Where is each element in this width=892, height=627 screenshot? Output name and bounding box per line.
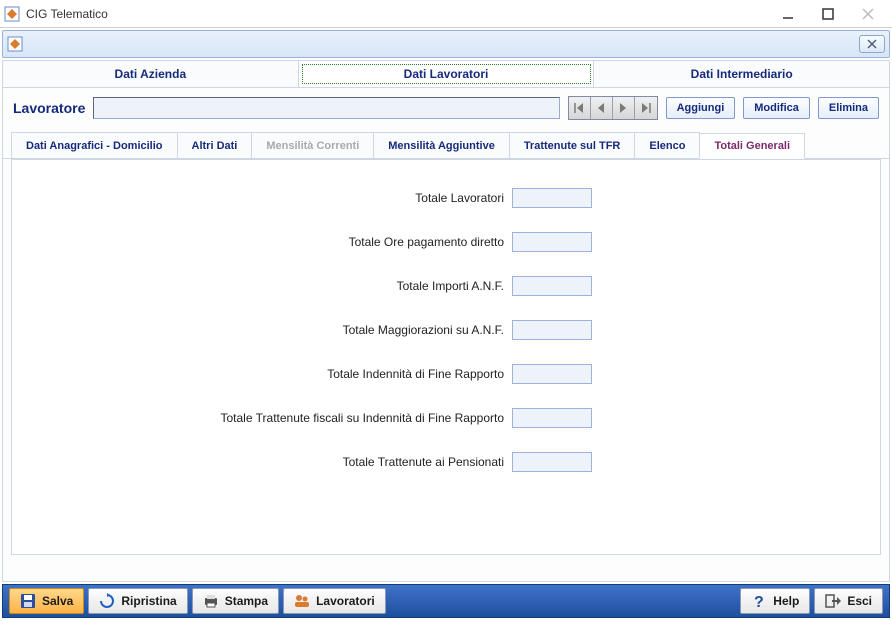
- label-totale-ore: Totale Ore pagamento diretto: [12, 235, 512, 249]
- input-trattenute-fiscali[interactable]: [512, 408, 592, 428]
- ripristina-label: Ripristina: [121, 594, 176, 608]
- people-icon: [294, 593, 310, 609]
- elimina-button[interactable]: Elimina: [818, 97, 879, 119]
- sub-tab-bar: Dati Anagrafici - Domicilio Altri Dati M…: [3, 132, 889, 159]
- main-frame: Dati Azienda Dati Lavoratori Dati Interm…: [2, 60, 890, 582]
- bottom-toolbar: Salva Ripristina Stampa Lavoratori ? Hel…: [2, 584, 890, 618]
- shell-close-button[interactable]: [859, 35, 885, 53]
- tab-trattenute-tfr[interactable]: Trattenute sul TFR: [509, 132, 636, 158]
- nav-next-icon[interactable]: [613, 97, 635, 119]
- svg-text:?: ?: [754, 594, 764, 609]
- row-maggiorazioni-anf: Totale Maggiorazioni su A.N.F.: [12, 320, 880, 340]
- input-importi-anf[interactable]: [512, 276, 592, 296]
- input-totale-lavoratori[interactable]: [512, 188, 592, 208]
- help-label: Help: [773, 594, 799, 608]
- label-trattenute-fiscali: Totale Trattenute fiscali su Indennità d…: [12, 411, 512, 425]
- label-indennita-fine: Totale Indennità di Fine Rapporto: [12, 367, 512, 381]
- printer-icon: [203, 593, 219, 609]
- tab-altri-dati[interactable]: Altri Dati: [177, 132, 253, 158]
- close-button[interactable]: [848, 3, 888, 25]
- row-trattenute-fiscali: Totale Trattenute fiscali su Indennità d…: [12, 408, 880, 428]
- row-importi-anf: Totale Importi A.N.F.: [12, 276, 880, 296]
- input-maggiorazioni-anf[interactable]: [512, 320, 592, 340]
- salva-button[interactable]: Salva: [9, 588, 84, 614]
- tab-elenco[interactable]: Elenco: [634, 132, 700, 158]
- esci-button[interactable]: Esci: [814, 588, 883, 614]
- label-maggiorazioni-anf: Totale Maggiorazioni su A.N.F.: [12, 323, 512, 337]
- app-shell-bar: [2, 30, 890, 58]
- nav-first-icon[interactable]: [569, 97, 591, 119]
- aggiungi-button[interactable]: Aggiungi: [666, 97, 736, 119]
- modifica-button[interactable]: Modifica: [743, 97, 810, 119]
- row-indennita-fine: Totale Indennità di Fine Rapporto: [12, 364, 880, 384]
- stampa-label: Stampa: [225, 594, 268, 608]
- title-bar: CIG Telematico: [0, 0, 892, 28]
- tab-dati-intermediario[interactable]: Dati Intermediario: [594, 61, 889, 87]
- totali-panel: Totale Lavoratori Totale Ore pagamento d…: [11, 159, 881, 555]
- lavoratori-button[interactable]: Lavoratori: [283, 588, 386, 614]
- lavoratori-label: Lavoratori: [316, 594, 375, 608]
- app-icon: [4, 6, 20, 22]
- label-trattenute-pensionati: Totale Trattenute ai Pensionati: [12, 455, 512, 469]
- tab-totali-generali[interactable]: Totali Generali: [699, 133, 805, 159]
- worker-combo[interactable]: [93, 97, 559, 119]
- window-title: CIG Telematico: [26, 7, 108, 21]
- nav-last-icon[interactable]: [635, 97, 657, 119]
- save-icon: [20, 593, 36, 609]
- stampa-button[interactable]: Stampa: [192, 588, 279, 614]
- label-importi-anf: Totale Importi A.N.F.: [12, 279, 512, 293]
- top-tab-bar: Dati Azienda Dati Lavoratori Dati Interm…: [3, 61, 889, 88]
- esci-label: Esci: [847, 594, 872, 608]
- row-totale-lavoratori: Totale Lavoratori: [12, 188, 880, 208]
- exit-icon: [825, 593, 841, 609]
- tab-mensilita-correnti: Mensilità Correnti: [251, 132, 374, 158]
- tab-dati-lavoratori[interactable]: Dati Lavoratori: [299, 61, 595, 87]
- salva-label: Salva: [42, 594, 73, 608]
- input-trattenute-pensionati[interactable]: [512, 452, 592, 472]
- input-totale-ore[interactable]: [512, 232, 592, 252]
- help-icon: ?: [751, 593, 767, 609]
- row-trattenute-pensionati: Totale Trattenute ai Pensionati: [12, 452, 880, 472]
- minimize-button[interactable]: [768, 3, 808, 25]
- worker-label: Lavoratore: [13, 100, 85, 116]
- maximize-button[interactable]: [808, 3, 848, 25]
- record-nav: [568, 96, 658, 120]
- refresh-icon: [99, 593, 115, 609]
- tab-mensilita-aggiuntive[interactable]: Mensilità Aggiuntive: [373, 132, 510, 158]
- tab-anagrafici[interactable]: Dati Anagrafici - Domicilio: [11, 132, 178, 158]
- row-totale-ore: Totale Ore pagamento diretto: [12, 232, 880, 252]
- label-totale-lavoratori: Totale Lavoratori: [12, 191, 512, 205]
- ripristina-button[interactable]: Ripristina: [88, 588, 187, 614]
- tab-dati-azienda[interactable]: Dati Azienda: [3, 61, 299, 87]
- app-shell-icon: [7, 36, 23, 52]
- worker-row: Lavoratore Aggiungi Modifica Elimina: [3, 88, 889, 128]
- help-button[interactable]: ? Help: [740, 588, 810, 614]
- nav-prev-icon[interactable]: [591, 97, 613, 119]
- input-indennita-fine[interactable]: [512, 364, 592, 384]
